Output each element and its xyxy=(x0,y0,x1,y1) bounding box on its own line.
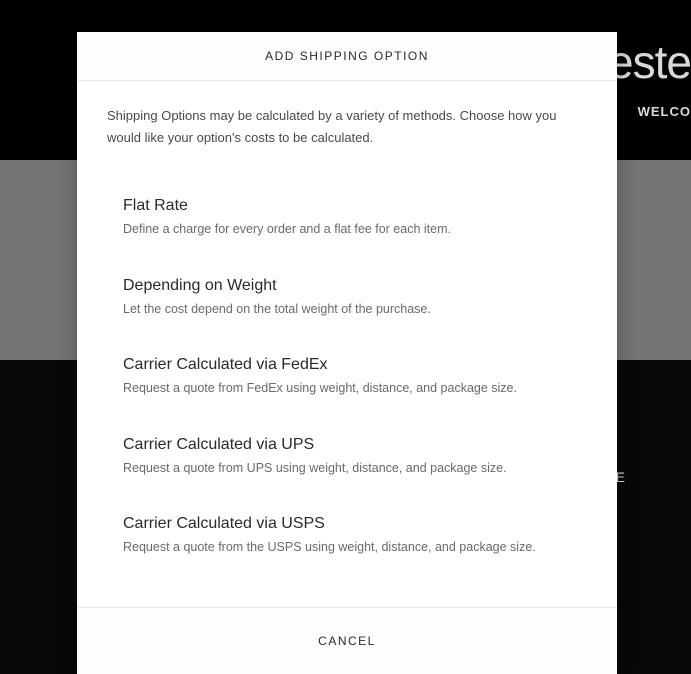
option-title: Carrier Calculated via FedEx xyxy=(123,356,587,374)
option-depending-on-weight[interactable]: Depending on Weight Let the cost depend … xyxy=(123,259,587,339)
option-title: Carrier Calculated via USPS xyxy=(123,515,587,533)
option-carrier-fedex[interactable]: Carrier Calculated via FedEx Request a q… xyxy=(123,338,587,418)
option-title: Flat Rate xyxy=(123,197,587,215)
option-carrier-usps[interactable]: Carrier Calculated via USPS Request a qu… xyxy=(123,497,587,577)
option-title: Carrier Calculated via UPS xyxy=(123,436,587,454)
option-flat-rate[interactable]: Flat Rate Define a charge for every orde… xyxy=(123,179,587,259)
option-carrier-ups[interactable]: Carrier Calculated via UPS Request a quo… xyxy=(123,418,587,498)
modal-title: ADD SHIPPING OPTION xyxy=(97,49,597,63)
modal-intro-text: Shipping Options may be calculated by a … xyxy=(107,105,587,149)
option-desc: Request a quote from the USPS using weig… xyxy=(123,539,587,557)
add-shipping-option-modal: ADD SHIPPING OPTION Shipping Options may… xyxy=(77,32,617,674)
option-desc: Define a charge for every order and a fl… xyxy=(123,221,587,239)
option-desc: Request a quote from UPS using weight, d… xyxy=(123,460,587,478)
modal-body: Shipping Options may be calculated by a … xyxy=(77,81,617,607)
option-desc: Let the cost depend on the total weight … xyxy=(123,301,587,319)
modal-header: ADD SHIPPING OPTION xyxy=(77,32,617,81)
cancel-button[interactable]: CANCEL xyxy=(318,634,376,648)
modal-footer: CANCEL xyxy=(77,607,617,674)
shipping-options-list: Flat Rate Define a charge for every orde… xyxy=(107,179,587,577)
option-desc: Request a quote from FedEx using weight,… xyxy=(123,380,587,398)
option-title: Depending on Weight xyxy=(123,277,587,295)
